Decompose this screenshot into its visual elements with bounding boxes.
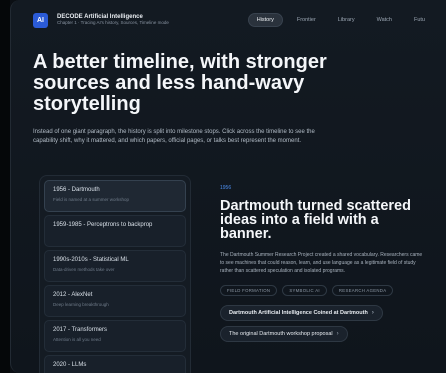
- timeline-item-2020[interactable]: 2020 - LLMs: [44, 355, 186, 373]
- brand-subtitle: Chapter 1 · Tracing AI's history, Source…: [57, 19, 169, 25]
- source-label: The original Dartmouth workshop proposal: [229, 331, 333, 337]
- logo-icon: AI: [33, 12, 48, 28]
- page-title: A better timeline, with stronger sources…: [33, 51, 327, 115]
- source-link[interactable]: Dartmouth Artificial Intelligence Coined…: [220, 305, 383, 321]
- brand[interactable]: DECODE Artificial Intelligence Chapter 1…: [57, 14, 169, 26]
- nav-future[interactable]: Futu: [406, 14, 433, 26]
- timeline-item-label: 2017 - Transformers: [53, 327, 108, 333]
- timeline-item-label: 1956 - Dartmouth: [53, 187, 100, 193]
- chevron-right-icon: ›: [371, 310, 374, 316]
- timeline-item-2017[interactable]: 2017 - Transformers Attention is all you…: [44, 320, 186, 352]
- nav-library[interactable]: Library: [330, 14, 363, 26]
- nav-history[interactable]: History: [247, 13, 283, 27]
- timeline-item-subtitle: Data-driven methods take over: [53, 267, 115, 272]
- app-window: AI DECODE Artificial Intelligence Chapte…: [10, 0, 446, 373]
- milestone-year: 1956: [220, 185, 232, 191]
- milestone-body: The Dartmouth Summer Research Project cr…: [220, 252, 423, 274]
- timeline-item-label: 1959-1985 - Perceptrons to backprop: [53, 222, 153, 228]
- timeline-item-label: 1990s-2010s - Statistical ML: [53, 257, 129, 263]
- timeline-item-label: 2012 - AlexNet: [53, 292, 93, 298]
- source-label: Dartmouth Artificial Intelligence Coined…: [229, 310, 368, 316]
- milestone-detail: 1956 Dartmouth turned scattered ideas in…: [206, 175, 446, 373]
- tag: RESEARCH AGENDA: [331, 285, 394, 296]
- timeline-item-subtitle: Attention is all you need: [53, 337, 101, 342]
- nav-frontier[interactable]: Frontier: [289, 14, 324, 26]
- milestone-tags: FIELD FORMATION SYMBOLIC AI RESEARCH AGE…: [220, 285, 433, 296]
- timeline-item-1959-1985[interactable]: 1959-1985 - Perceptrons to backprop: [44, 215, 186, 247]
- main-nav: History Frontier Library Watch Futu: [247, 13, 433, 27]
- timeline-item-subtitle: Deep learning breakthrough: [53, 302, 109, 307]
- milestone-title: Dartmouth turned scattered ideas into a …: [220, 198, 411, 242]
- nav-watch[interactable]: Watch: [369, 14, 400, 26]
- chevron-right-icon: ›: [336, 331, 339, 337]
- timeline-item-1990s-2010s[interactable]: 1990s-2010s - Statistical ML Data-driven…: [44, 250, 186, 282]
- tag: FIELD FORMATION: [220, 285, 278, 296]
- timeline-item-1956[interactable]: 1956 - Dartmouth Field is named at a sum…: [44, 180, 186, 212]
- page-description: Instead of one giant paragraph, the hist…: [33, 129, 315, 144]
- timeline-item-label: 2020 - LLMs: [53, 362, 87, 368]
- timeline-list: 1956 - Dartmouth Field is named at a sum…: [39, 175, 191, 373]
- timeline-item-2012[interactable]: 2012 - AlexNet Deep learning breakthroug…: [44, 285, 186, 317]
- tag: SYMBOLIC AI: [282, 285, 327, 296]
- window-edge: [0, 0, 10, 373]
- timeline-item-subtitle: Field is named at a summer workshop: [53, 197, 130, 202]
- top-bar: AI DECODE Artificial Intelligence Chapte…: [11, 0, 446, 40]
- source-link[interactable]: The original Dartmouth workshop proposal…: [220, 326, 348, 342]
